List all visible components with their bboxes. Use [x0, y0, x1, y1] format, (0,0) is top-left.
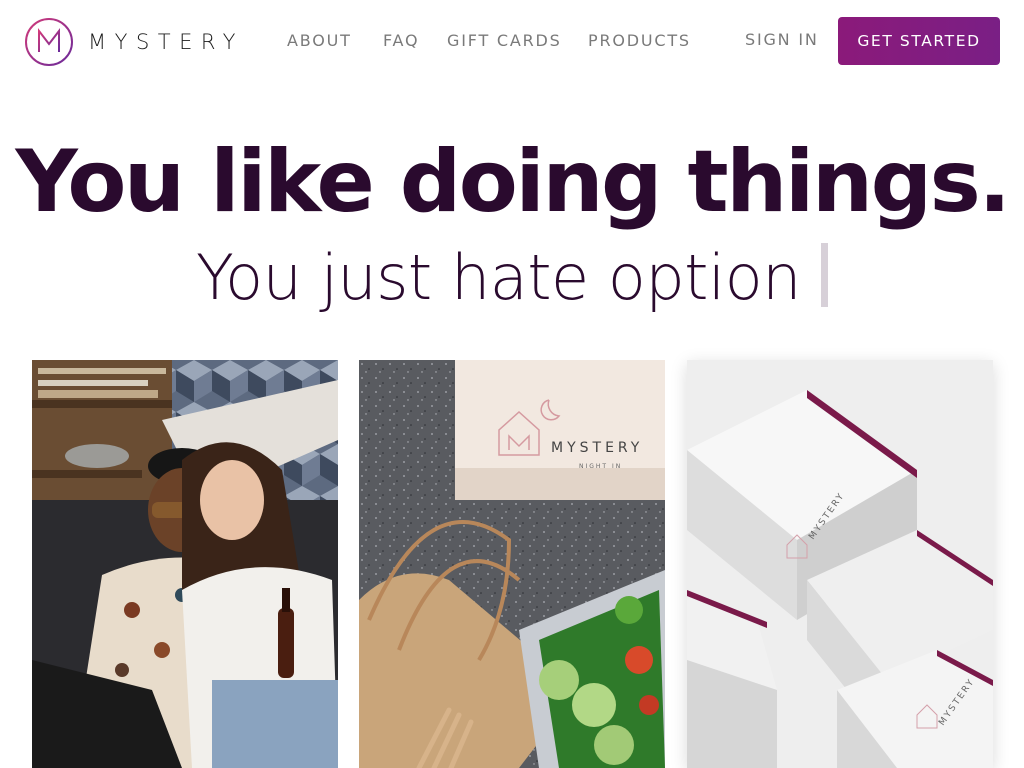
nav-link-products[interactable]: PRODUCTS [588, 31, 691, 50]
image-card-couple[interactable] [32, 360, 338, 768]
takeout-photo: MYSTERY NIGHT IN [359, 360, 665, 768]
typing-cursor [820, 243, 828, 307]
couple-photo [32, 360, 338, 768]
logo-wordmark: MYSTERY [88, 30, 244, 54]
hero-subtitle: You just hate option [0, 238, 1024, 318]
image-card-takeout[interactable]: MYSTERY NIGHT IN [359, 360, 665, 768]
image-card-boxes[interactable]: MYSTERY MYSTERY [687, 360, 993, 768]
boxes-photo: MYSTERY MYSTERY [687, 360, 993, 768]
nav-link-gift-cards[interactable]: GIFT CARDS [447, 31, 562, 50]
box-brand-text: MYSTERY [551, 440, 643, 456]
nav-link-about[interactable]: ABOUT [287, 31, 352, 50]
get-started-button[interactable]: GET STARTED [838, 17, 1000, 65]
logo-link[interactable]: MYSTERY [24, 16, 244, 68]
hero-subtitle-text: You just hate option [196, 241, 801, 314]
hero-title: You like doing things. [15, 132, 1011, 232]
sign-in-link[interactable]: SIGN IN [745, 30, 819, 49]
site-header: MYSTERY ABOUT FAQ GIFT CARDS PRODUCTS SI… [0, 0, 1024, 84]
logo-mark-icon [25, 18, 73, 66]
nav-link-faq[interactable]: FAQ [383, 31, 419, 50]
box-tagline-text: NIGHT IN [579, 463, 622, 470]
